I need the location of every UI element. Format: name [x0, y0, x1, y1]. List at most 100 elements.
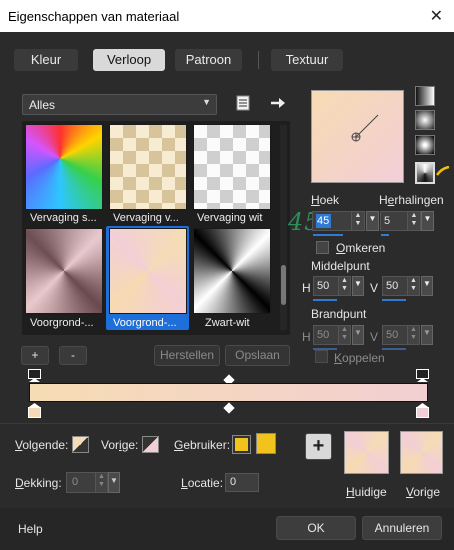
- dropdown-arrow-icon[interactable]: ▼: [421, 211, 434, 231]
- dropdown-arrow-icon[interactable]: ▼: [352, 276, 364, 296]
- dropdown-arrow-icon[interactable]: ▼: [352, 325, 364, 345]
- preset-scrollbar[interactable]: [280, 125, 287, 330]
- previous-preview[interactable]: [400, 431, 443, 474]
- angle-handle-icon[interactable]: [312, 91, 405, 184]
- location-label: Locatie:: [181, 476, 224, 490]
- preset-thumb-voorgrond-2[interactable]: [109, 228, 187, 314]
- invert-checkbox[interactable]: [316, 241, 329, 254]
- remove-preset-button[interactable]: -: [59, 346, 87, 365]
- linear-gradient-type-button[interactable]: [415, 86, 435, 106]
- dropdown-arrow-icon[interactable]: ▼: [108, 472, 120, 493]
- midpoint-h-value[interactable]: 50: [317, 280, 329, 292]
- location-value[interactable]: 0: [230, 476, 236, 488]
- file-icon[interactable]: [235, 95, 251, 111]
- spinner-arrows-icon[interactable]: ▲ ▼: [407, 326, 419, 344]
- ok-button[interactable]: OK: [276, 516, 356, 540]
- user-color-swatch[interactable]: [232, 435, 251, 454]
- preset-thumb-rainbow[interactable]: [25, 124, 103, 210]
- midpoint-h-label: H: [302, 281, 311, 295]
- spinner-arrows-icon[interactable]: ▲ ▼: [95, 473, 107, 492]
- repeats-value[interactable]: 5: [384, 215, 390, 227]
- help-link[interactable]: Help: [18, 522, 43, 536]
- opacity-spinbox[interactable]: 0 ▲ ▼: [66, 472, 108, 493]
- midpoint-h-spinbox[interactable]: 50 ▲ ▼: [313, 276, 351, 296]
- color-midpoint-diamond[interactable]: [223, 402, 235, 414]
- prev-color-swatch[interactable]: [142, 436, 159, 453]
- repeats-label: Herhalingen: [379, 193, 444, 207]
- opacity-stop-end[interactable]: [416, 369, 429, 383]
- pointer-icon: [435, 165, 450, 178]
- tab-verloop[interactable]: Verloop: [93, 49, 165, 71]
- angle-slider-bar[interactable]: [313, 234, 343, 236]
- user-color-swatch-large[interactable]: [256, 433, 276, 454]
- scrollbar-thumb[interactable]: [281, 265, 286, 305]
- add-to-swatches-button[interactable]: +: [305, 433, 332, 460]
- focal-v-value[interactable]: 50: [386, 329, 398, 341]
- cancel-button[interactable]: Annuleren: [362, 516, 442, 540]
- sunburst-gradient-type-button[interactable]: [415, 135, 435, 155]
- tab-separator: [258, 51, 259, 69]
- focal-v-slider-bar[interactable]: [382, 348, 406, 350]
- angle-value[interactable]: 45: [316, 214, 331, 228]
- color-stop-end[interactable]: [416, 403, 429, 418]
- repeats-spinbox[interactable]: 5 ▲ ▼: [380, 211, 421, 231]
- focal-h-spinbox[interactable]: 50 ▲ ▼: [313, 325, 351, 345]
- spinner-arrows-icon[interactable]: ▲ ▼: [338, 326, 350, 344]
- dropdown-arrow-icon[interactable]: ▼: [366, 211, 379, 231]
- spinner-arrows-icon[interactable]: ▲ ▼: [407, 212, 420, 230]
- angle-label: Hoek: [311, 193, 340, 207]
- preset-label: Vervaging s...: [30, 212, 97, 224]
- radial-gradient-type-button[interactable]: [415, 162, 435, 184]
- gradient-preview[interactable]: [311, 90, 404, 183]
- link-checkbox[interactable]: [315, 350, 328, 363]
- focal-h-label: H: [302, 330, 311, 344]
- spinner-arrows-icon[interactable]: ▲ ▼: [407, 277, 419, 295]
- midpoint-label: Middelpunt: [311, 259, 370, 273]
- current-preview-label: Huidige: [346, 485, 387, 499]
- close-icon[interactable]: ✕: [430, 6, 443, 26]
- focal-h-value[interactable]: 50: [317, 329, 329, 341]
- category-dropdown[interactable]: Alles ▼: [22, 94, 217, 115]
- focal-v-label: V: [370, 330, 379, 344]
- preset-thumb-vervaging-wit[interactable]: [193, 124, 271, 210]
- midpoint-v-value[interactable]: 50: [386, 280, 398, 292]
- preset-thumb-voorgrond-1[interactable]: [25, 228, 103, 314]
- tab-patroon[interactable]: Patroon: [175, 49, 242, 71]
- tab-kleur[interactable]: Kleur: [14, 49, 78, 71]
- reset-button[interactable]: Herstellen: [154, 345, 220, 366]
- link-label: Koppelen: [334, 351, 385, 365]
- category-value: Alles: [29, 98, 56, 112]
- invert-label: Omkeren: [336, 241, 386, 255]
- add-preset-button[interactable]: +: [21, 346, 49, 365]
- midpoint-h-slider-bar[interactable]: [313, 299, 337, 301]
- gradient-bar[interactable]: [29, 383, 428, 402]
- repeats-slider-bar[interactable]: [381, 234, 389, 236]
- color-stop-start[interactable]: [28, 403, 41, 418]
- preset-thumb-zwart-wit[interactable]: [193, 228, 271, 314]
- dropdown-arrow-icon[interactable]: ▼: [421, 276, 433, 296]
- spinner-arrows-icon[interactable]: ▲ ▼: [338, 277, 350, 295]
- location-input[interactable]: 0: [225, 473, 259, 492]
- preset-label: Voorgrond-...: [30, 317, 94, 329]
- opacity-value[interactable]: 0: [72, 476, 78, 488]
- chevron-down-icon: ▼: [202, 97, 211, 107]
- focal-v-spinbox[interactable]: 50 ▲ ▼: [382, 325, 420, 345]
- midpoint-v-slider-bar[interactable]: [382, 299, 406, 301]
- dropdown-arrow-icon[interactable]: ▼: [421, 325, 433, 345]
- previous-preview-label: Vorige: [406, 485, 441, 499]
- next-color-swatch[interactable]: [72, 436, 89, 453]
- divider: [0, 423, 454, 424]
- preset-label: Voorgrond-...: [113, 317, 177, 329]
- next-label: Volgende:: [15, 438, 69, 452]
- save-preset-button[interactable]: Opslaan: [225, 345, 290, 366]
- arrow-right-icon[interactable]: [270, 96, 286, 110]
- preset-thumb-vervaging-v[interactable]: [109, 124, 187, 210]
- angle-spinbox[interactable]: 45 ▲ ▼: [312, 211, 365, 231]
- opacity-label: Dekking:: [15, 476, 62, 490]
- rectangular-gradient-type-button[interactable]: [415, 110, 435, 130]
- tab-textuur[interactable]: Textuur: [271, 49, 343, 71]
- midpoint-v-spinbox[interactable]: 50 ▲ ▼: [382, 276, 420, 296]
- spinner-arrows-icon[interactable]: ▲ ▼: [351, 212, 364, 230]
- window-title: Eigenschappen van materiaal: [8, 9, 180, 24]
- opacity-stop-start[interactable]: [28, 369, 41, 383]
